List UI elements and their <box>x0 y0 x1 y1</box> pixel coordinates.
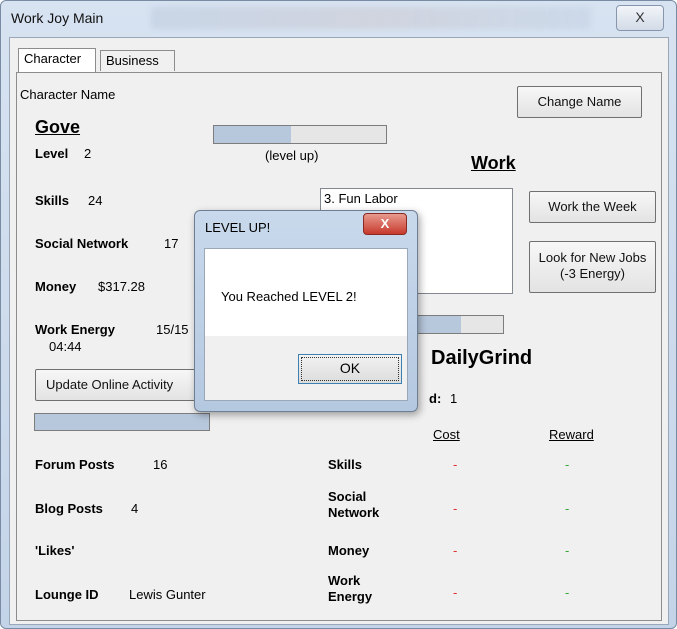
money-reward: - <box>565 543 570 558</box>
online-activity-progress-fill <box>35 414 209 430</box>
social-network-value: 17 <box>164 236 179 251</box>
dialog-message: You Reached LEVEL 2! <box>221 289 357 304</box>
skills-reward: - <box>565 457 570 472</box>
level-value: 2 <box>84 146 92 161</box>
job-title: DailyGrind <box>431 347 533 369</box>
online-activity-progress-bar <box>34 413 210 431</box>
skills-cost: - <box>453 457 458 472</box>
work-energy-cost: - <box>453 585 458 600</box>
work-energy-reward: - <box>565 585 570 600</box>
character-name: Gove <box>35 117 81 137</box>
tab-character[interactable]: Character <box>18 48 96 72</box>
job-progress-fill <box>418 316 461 333</box>
money-label: Money <box>35 279 77 294</box>
completed-value: 1 <box>450 391 458 406</box>
work-heading: Work <box>471 153 516 173</box>
title-bar[interactable]: Work Joy Main X <box>1 1 676 35</box>
level-progress-bar <box>213 125 387 144</box>
skills-value: 24 <box>88 193 103 208</box>
ok-button[interactable]: OK <box>298 354 402 384</box>
tab-business[interactable]: Business <box>100 50 175 71</box>
reward-header: Reward <box>549 427 594 442</box>
job-list-item[interactable]: 3. Fun Labor <box>321 189 512 208</box>
dialog-footer: OK <box>204 336 408 401</box>
change-name-button[interactable]: Change Name <box>517 86 642 118</box>
money-cost: - <box>453 543 458 558</box>
character-name-label: Character Name <box>20 87 116 102</box>
level-up-text: (level up) <box>265 148 319 163</box>
work-the-week-button[interactable]: Work the Week <box>529 191 656 223</box>
money-row-label: Money <box>328 543 370 558</box>
level-label: Level <box>35 146 69 161</box>
lounge-id-label: Lounge ID <box>35 587 99 602</box>
social-network-reward: - <box>565 501 570 516</box>
work-energy-value: 15/15 <box>156 322 189 337</box>
social-network-cost: - <box>453 501 458 516</box>
work-energy-row-label: Work Energy <box>328 573 373 604</box>
lounge-id-value: Lewis Gunter <box>129 587 206 602</box>
look-for-jobs-label: Look for New Jobs <box>538 250 647 265</box>
work-energy-timer: 04:44 <box>49 339 82 354</box>
skills-label: Skills <box>35 193 69 208</box>
dialog-close-button[interactable]: X <box>363 213 407 235</box>
dialog-title: LEVEL UP! <box>205 220 271 235</box>
window-close-button[interactable]: X <box>616 5 664 31</box>
look-for-jobs-cost: (-3 Energy) <box>559 266 626 281</box>
forum-posts-value: 16 <box>153 457 168 472</box>
look-for-new-jobs-button[interactable]: Look for New Jobs (-3 Energy) <box>529 241 656 293</box>
blurred-titlebar-region <box>151 7 591 29</box>
window-title: Work Joy Main <box>11 10 104 26</box>
job-progress-bar <box>417 315 504 334</box>
skills-row-label: Skills <box>328 457 362 472</box>
money-value: $317.28 <box>98 279 145 294</box>
main-window: Work Joy Main X Character Business Chara… <box>0 0 677 629</box>
social-network-label: Social Network <box>35 236 129 251</box>
forum-posts-label: Forum Posts <box>35 457 115 472</box>
work-energy-label: Work Energy <box>35 322 115 337</box>
completed-label: d: <box>429 391 442 406</box>
blog-posts-value: 4 <box>131 501 139 516</box>
likes-label: 'Likes' <box>35 543 75 558</box>
social-network-row-label: Social Network <box>328 489 380 520</box>
level-up-dialog: LEVEL UP! X You Reached LEVEL 2! OK <box>194 210 418 412</box>
blog-posts-label: Blog Posts <box>35 501 103 516</box>
dialog-body: You Reached LEVEL 2! <box>204 248 408 338</box>
cost-header: Cost <box>433 427 460 442</box>
level-progress-fill <box>214 126 292 143</box>
